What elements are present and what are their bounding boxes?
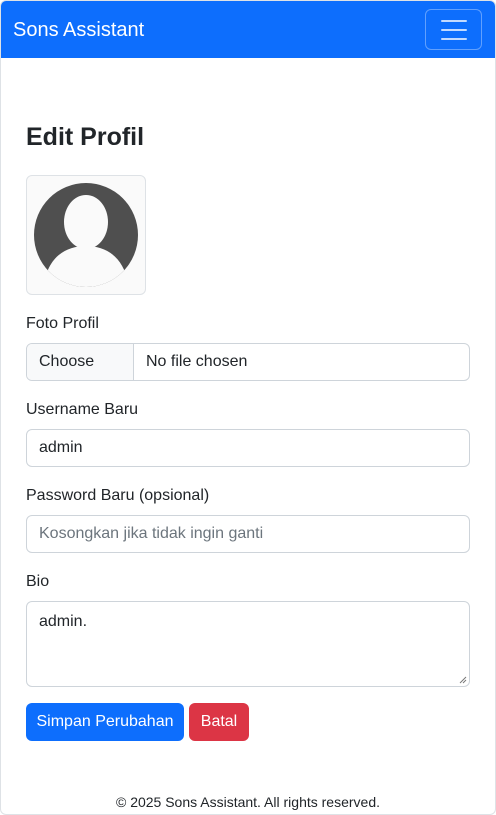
password-label: Password Baru (opsional) — [26, 487, 210, 504]
photo-label: Foto Profil — [26, 315, 99, 332]
bio-text: admin. — [39, 613, 88, 630]
page-title: Edit Profil — [26, 123, 145, 151]
footer-copyright: © 2025 Sons Assistant. All rights reserv… — [115, 794, 380, 810]
save-button[interactable]: Simpan Perubahan — [26, 703, 184, 741]
avatar — [26, 175, 146, 295]
choose-file-button[interactable]: Choose File — [27, 344, 134, 380]
navbar: Sons Assistant — [1, 1, 495, 58]
hamburger-menu-icon — [440, 19, 467, 22]
bio-textarea[interactable]: admin. — [26, 601, 470, 687]
navbar-toggler-button[interactable] — [425, 9, 482, 50]
username-label: Username Baru — [26, 401, 139, 418]
default-user-avatar-icon — [34, 183, 138, 287]
file-status: No file chosen — [146, 353, 248, 370]
app-window: Sons Assistant Edit Profil Foto Profil C… — [0, 0, 496, 815]
resize-grip-icon[interactable] — [459, 676, 467, 684]
password-input[interactable]: Kosongkan jika tidak ingin ganti — [26, 515, 470, 553]
file-input[interactable]: Choose File No file chosen — [26, 343, 470, 381]
hamburger-menu-icon-bar — [440, 37, 467, 40]
username-input[interactable]: admin — [26, 429, 470, 467]
bio-label: Bio — [26, 573, 50, 590]
navbar-brand[interactable]: Sons Assistant — [13, 17, 144, 43]
cancel-button[interactable]: Batal — [189, 703, 249, 741]
hamburger-menu-icon-bar — [440, 28, 467, 31]
